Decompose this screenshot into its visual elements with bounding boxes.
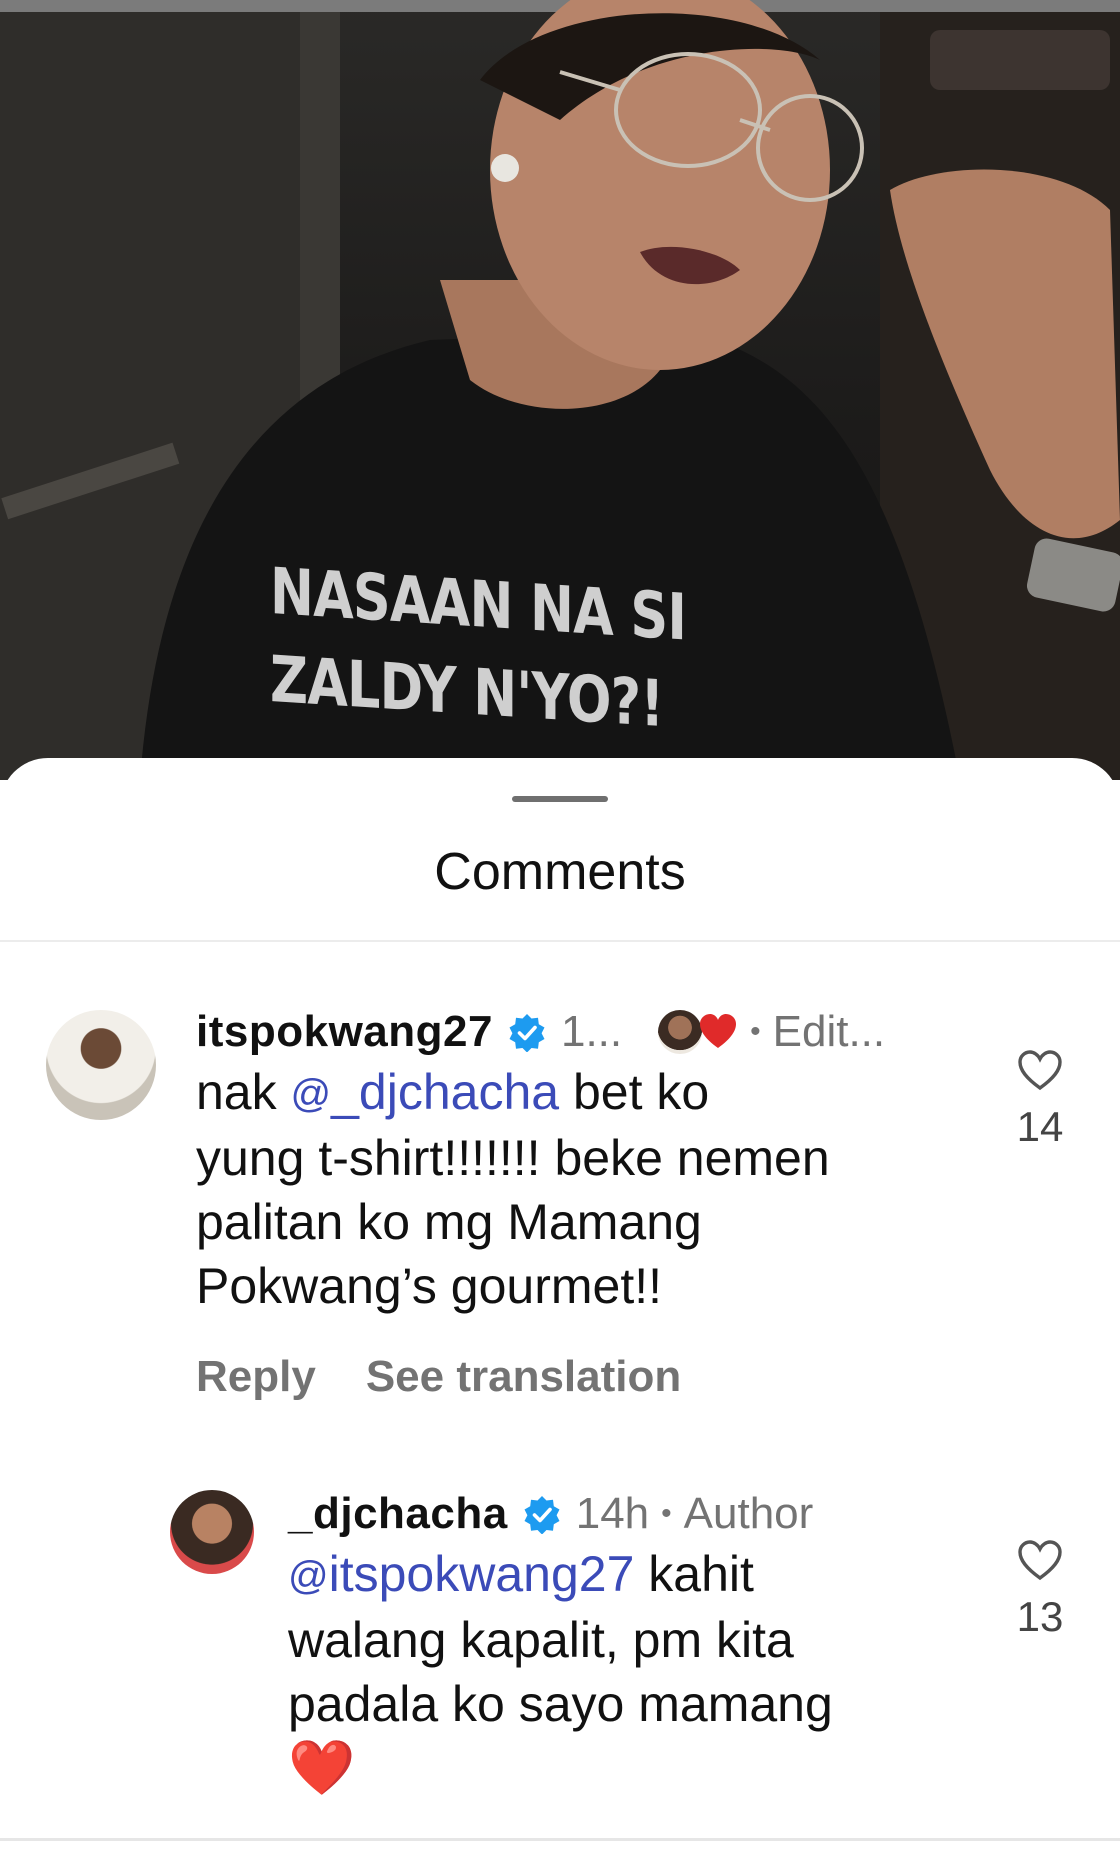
sheet-title: Comments	[434, 843, 686, 901]
edited-label[interactable]: Edit...	[773, 1007, 886, 1057]
avatar[interactable]	[170, 1490, 254, 1574]
comment-header: itspokwang27 1... • Edit...	[196, 1000, 885, 1064]
reply-button[interactable]: Reply	[196, 1352, 316, 1401]
comment-header: _djchacha 14h • Author	[288, 1482, 813, 1546]
bottom-divider	[0, 1838, 1120, 1841]
avatar[interactable]	[46, 1010, 156, 1120]
mention-username: itspokwang27	[328, 1546, 635, 1602]
shirt-print-text: NASAAN NA SI ZALDY N'YO?!	[270, 548, 696, 751]
username[interactable]: _djchacha	[288, 1489, 508, 1539]
username[interactable]: itspokwang27	[196, 1007, 493, 1057]
see-translation-button[interactable]: See translation	[366, 1352, 681, 1401]
comment-text: nak @_djchacha bet ko yung t-shirt!!!!!!…	[196, 1060, 976, 1318]
like-control[interactable]: 14	[1010, 1048, 1070, 1151]
red-heart-emoji: ❤️	[288, 1738, 356, 1798]
heart-outline-icon[interactable]	[1016, 1048, 1064, 1092]
separator-dot: •	[661, 1497, 672, 1530]
separator-dot: •	[750, 1015, 761, 1048]
mention-link[interactable]: @itspokwang27	[288, 1546, 634, 1602]
comment-text-part: nak	[196, 1064, 291, 1120]
like-count: 13	[1016, 1593, 1064, 1640]
header-divider	[0, 940, 1120, 942]
threads-icon: @	[290, 1072, 332, 1116]
verified-badge-icon	[509, 1014, 545, 1052]
author-badge: Author	[683, 1489, 814, 1538]
mention-link[interactable]: @_djchacha	[291, 1064, 560, 1120]
comment-item: itspokwang27 1... • Edit... nak @_djchac…	[0, 1000, 1120, 1440]
post-photo: NASAAN NA SI ZALDY N'YO?!	[0, 0, 1120, 780]
comment-actions: Reply See translation	[196, 1352, 681, 1402]
heart-outline-icon[interactable]	[1016, 1538, 1064, 1582]
timestamp: 14h	[575, 1489, 650, 1538]
timestamp: 1...	[560, 1007, 623, 1056]
threads-icon: @	[288, 1554, 329, 1598]
author-liked-avatar	[658, 1010, 703, 1054]
red-heart-icon	[700, 1014, 737, 1048]
like-control[interactable]: 13	[1010, 1538, 1070, 1641]
mention-username: _djchacha	[331, 1064, 560, 1120]
comment-text: @itspokwang27 kahit walang kapalit, pm k…	[288, 1542, 988, 1801]
reply-item: _djchacha 14h • Author @itspokwang27 kah…	[0, 1482, 1120, 1842]
like-count: 14	[1016, 1103, 1064, 1150]
drag-handle[interactable]	[512, 796, 608, 802]
verified-badge-icon	[524, 1496, 560, 1534]
